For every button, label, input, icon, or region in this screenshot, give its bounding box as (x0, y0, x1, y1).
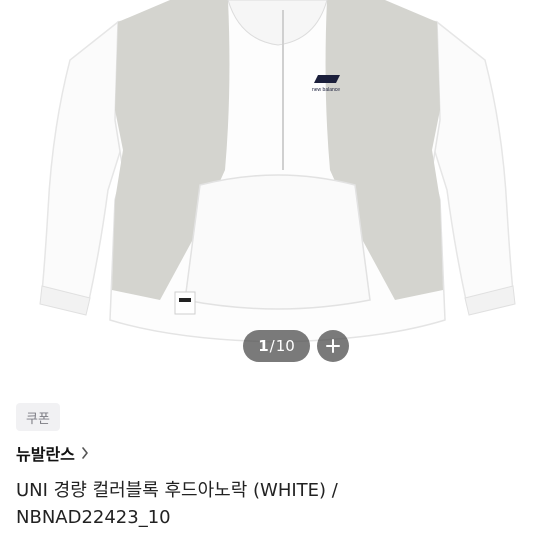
expand-gallery-button[interactable] (317, 330, 349, 362)
product-info: 쿠폰 뉴발란스 UNI 경량 컬러블록 후드아노락 (WHITE) / NBNA… (0, 372, 555, 555)
brand-link[interactable]: 뉴발란스 (16, 442, 89, 464)
brand-name: 뉴발란스 (16, 445, 75, 464)
total-image-count: 10 (275, 337, 295, 355)
image-counter: 1 / 10 (243, 330, 310, 362)
label-patch (174, 291, 196, 315)
kangaroo-pocket (184, 174, 371, 310)
product-image-gallery[interactable]: new balance 1 / 10 (0, 0, 555, 372)
coupon-badge: 쿠폰 (16, 403, 60, 431)
brand-logo-mark (314, 75, 340, 83)
chevron-right-icon (82, 447, 88, 459)
product-title: UNI 경량 컬러블록 후드아노락 (WHITE) / NBNAD22423_1… (16, 480, 338, 528)
plus-icon (326, 339, 340, 353)
current-image-index: 1 (258, 337, 269, 355)
product-image[interactable]: new balance (0, 0, 555, 372)
brand-logo-text: new balance (312, 87, 340, 93)
counter-separator: / (269, 337, 275, 355)
label-patch-mark (179, 298, 191, 302)
